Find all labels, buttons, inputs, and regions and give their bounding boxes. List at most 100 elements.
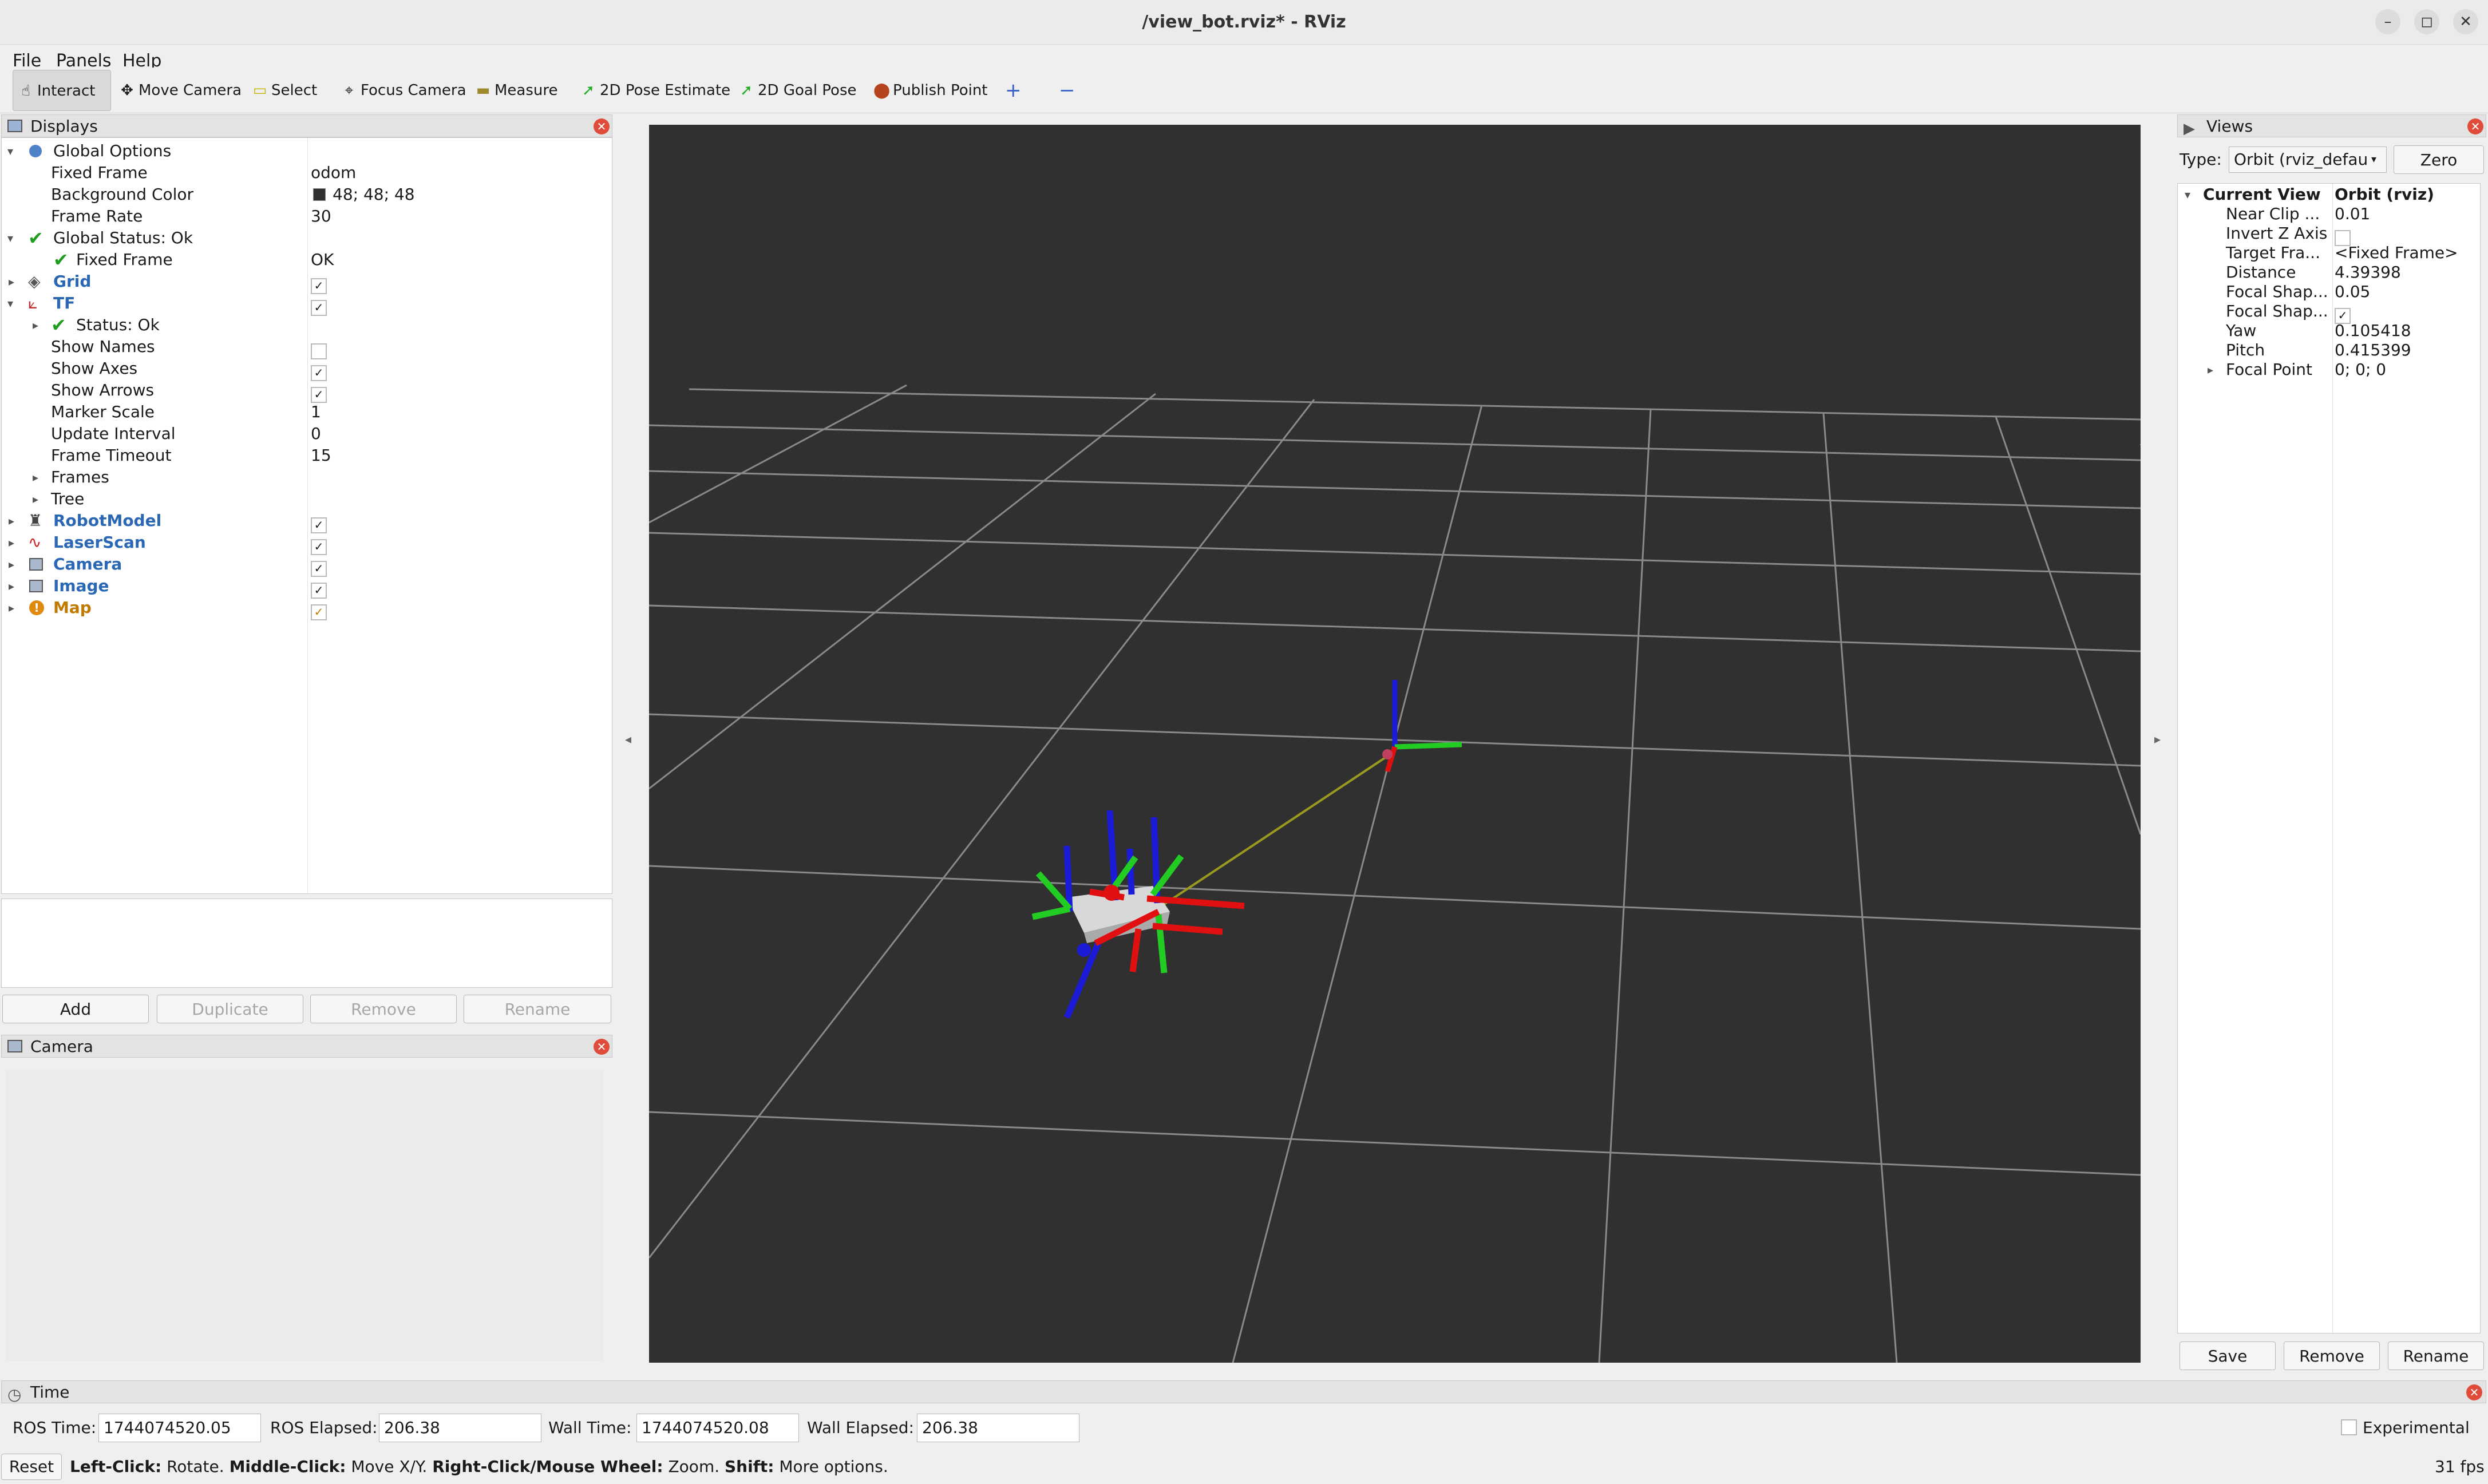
- wall-time-field[interactable]: 1744074520.08: [636, 1414, 799, 1442]
- row-frame-rate[interactable]: Frame Rate 30: [2, 205, 612, 227]
- expand-arrow-icon[interactable]: ▸: [9, 575, 14, 597]
- reset-button[interactable]: Reset: [1, 1454, 62, 1480]
- row-frames[interactable]: ▸ Frames: [2, 466, 612, 488]
- save-view-button[interactable]: Save: [2180, 1341, 2276, 1370]
- goal-pose-icon: ➚: [740, 82, 753, 99]
- tool-move-camera[interactable]: ✥ Move Camera: [114, 70, 242, 111]
- row-pitch[interactable]: Pitch 0.415399: [2178, 339, 2480, 361]
- views-title: Views: [2206, 117, 2253, 136]
- map-checkbox[interactable]: ✓: [311, 601, 327, 623]
- expand-arrow-icon[interactable]: ▸: [9, 271, 14, 292]
- rename-display-button[interactable]: Rename: [464, 995, 611, 1023]
- row-laser-scan[interactable]: ▸ ∿ LaserScan ✓: [2, 532, 612, 555]
- displays-panel-header: Displays ✕: [1, 114, 612, 137]
- expand-arrow-icon[interactable]: ▸: [9, 532, 14, 553]
- views-panel-header: ▶ Views ✕: [2177, 114, 2486, 137]
- row-tf[interactable]: ▾ ⟀ TF ✓: [2, 292, 612, 316]
- row-yaw[interactable]: Yaw 0.105418: [2178, 320, 2480, 342]
- expand-arrow-icon[interactable]: ▾: [7, 292, 13, 314]
- monitor-icon: [7, 120, 22, 132]
- ros-time-field[interactable]: 1744074520.05: [98, 1414, 261, 1442]
- experimental-checkbox[interactable]: [2341, 1419, 2357, 1435]
- row-near-clip[interactable]: Near Clip ... 0.01: [2178, 203, 2480, 225]
- tool-select[interactable]: ▭ Select: [247, 70, 327, 111]
- close-icon[interactable]: ✕: [2467, 118, 2483, 134]
- row-marker-scale[interactable]: Marker Scale 1: [2, 401, 612, 423]
- expand-arrow-icon[interactable]: ▾: [7, 140, 13, 162]
- row-background-color[interactable]: Background Color 48; 48; 48: [2, 184, 612, 205]
- collapse-right-arrow-icon[interactable]: ▸: [2154, 733, 2161, 747]
- rename-view-button[interactable]: Rename: [2388, 1341, 2484, 1370]
- row-focal-shape-size[interactable]: Focal Shap... 0.05: [2178, 281, 2480, 303]
- minimize-button[interactable]: –: [2375, 9, 2400, 34]
- row-current-view[interactable]: ▾ Current View Orbit (rviz): [2178, 184, 2480, 205]
- row-distance[interactable]: Distance 4.39398: [2178, 262, 2480, 283]
- row-camera[interactable]: ▸ Camera ✓: [2, 553, 612, 577]
- tool-focus-camera[interactable]: ⌖ Focus Camera: [337, 70, 466, 111]
- warning-icon: !: [29, 600, 44, 615]
- displays-tree: ▾ Global Options Fixed Frame odom Backgr…: [1, 137, 612, 894]
- tool-2d-goal-pose[interactable]: ➚ 2D Goal Pose: [734, 70, 861, 111]
- remove-view-button[interactable]: Remove: [2284, 1341, 2380, 1370]
- tool-2d-pose-estimate[interactable]: ➚ 2D Pose Estimate: [576, 70, 730, 111]
- row-target-frame[interactable]: Target Fra... <Fixed Frame>: [2178, 242, 2480, 264]
- expand-arrow-icon[interactable]: ▸: [9, 510, 14, 532]
- remove-display-button[interactable]: Remove: [310, 995, 457, 1023]
- row-focal-point[interactable]: ▸ Focal Point 0; 0; 0: [2178, 359, 2480, 381]
- row-tree[interactable]: ▸ Tree: [2, 488, 612, 510]
- display-description-box: [1, 899, 612, 988]
- check-icon: ✔: [28, 227, 43, 249]
- row-fixed-frame[interactable]: Fixed Frame odom: [2, 162, 612, 184]
- maximize-button[interactable]: ◻: [2414, 9, 2439, 34]
- row-focal-shape-fixed[interactable]: Focal Shap... ✓: [2178, 300, 2480, 324]
- expand-arrow-icon[interactable]: ▸: [33, 466, 38, 488]
- row-show-names[interactable]: Show Names: [2, 336, 612, 359]
- dropdown-arrow-icon: ▾: [2371, 153, 2377, 165]
- tool-interact[interactable]: ☝ Interact: [13, 70, 111, 111]
- close-icon[interactable]: ✕: [594, 118, 610, 134]
- close-icon[interactable]: ✕: [594, 1039, 610, 1055]
- color-swatch[interactable]: [313, 188, 326, 201]
- remove-tool-button[interactable]: −: [1054, 70, 1077, 111]
- time-panel-header: ◷ Time ✕: [1, 1380, 2486, 1404]
- expand-arrow-icon[interactable]: ▾: [7, 227, 13, 249]
- row-map[interactable]: ▸ ! Map ✓: [2, 597, 612, 620]
- row-update-interval[interactable]: Update Interval 0: [2, 423, 612, 445]
- row-image[interactable]: ▸ Image ✓: [2, 575, 612, 599]
- row-status-fixed-frame[interactable]: ✔ Fixed Frame OK: [2, 249, 612, 271]
- row-show-axes[interactable]: Show Axes ✓: [2, 358, 612, 381]
- ros-elapsed-label: ROS Elapsed:: [270, 1418, 378, 1437]
- camera-icon: [7, 1040, 22, 1052]
- close-window-button[interactable]: ✕: [2453, 9, 2478, 34]
- duplicate-display-button[interactable]: Duplicate: [157, 995, 303, 1023]
- expand-arrow-icon[interactable]: ▸: [9, 597, 14, 619]
- row-robot-model[interactable]: ▸ ♜ RobotModel ✓: [2, 510, 612, 533]
- expand-arrow-icon[interactable]: ▸: [9, 553, 14, 575]
- collapse-left-arrow-icon[interactable]: ◂: [625, 733, 631, 747]
- zero-button[interactable]: Zero: [2394, 145, 2484, 174]
- expand-arrow-icon[interactable]: ▸: [33, 488, 38, 510]
- row-global-status[interactable]: ▾ ✔ Global Status: Ok: [2, 227, 612, 249]
- tool-measure[interactable]: ▬ Measure: [470, 70, 568, 111]
- row-tf-status[interactable]: ▸ ✔ Status: Ok: [2, 314, 612, 336]
- wall-elapsed-label: Wall Elapsed:: [807, 1418, 914, 1437]
- row-invert-z-axis[interactable]: Invert Z Axis: [2178, 223, 2480, 246]
- tool-publish-point[interactable]: ⬤ Publish Point: [869, 70, 1000, 111]
- row-frame-timeout[interactable]: Frame Timeout 15: [2, 445, 612, 466]
- close-icon[interactable]: ✕: [2466, 1384, 2482, 1400]
- view-type-select[interactable]: Orbit (rviz_defau ▾: [2229, 147, 2387, 173]
- add-tool-button[interactable]: +: [1000, 70, 1023, 111]
- focus-camera-icon: ⌖: [345, 82, 354, 99]
- clock-icon: ◷: [7, 1385, 22, 1404]
- add-display-button[interactable]: Add: [2, 995, 149, 1023]
- row-global-options[interactable]: ▾ Global Options: [2, 140, 612, 162]
- row-grid[interactable]: ▸ ◈ Grid ✓: [2, 271, 612, 294]
- row-show-arrows[interactable]: Show Arrows ✓: [2, 379, 612, 403]
- expand-arrow-icon[interactable]: ▸: [33, 314, 38, 336]
- wall-elapsed-field[interactable]: 206.38: [917, 1414, 1079, 1442]
- expand-arrow-icon[interactable]: ▸: [2208, 359, 2213, 381]
- expand-arrow-icon[interactable]: ▾: [2185, 184, 2190, 205]
- 3d-viewport[interactable]: [648, 125, 2157, 1363]
- publish-point-icon: ⬤: [873, 82, 891, 99]
- ros-elapsed-field[interactable]: 206.38: [379, 1414, 541, 1442]
